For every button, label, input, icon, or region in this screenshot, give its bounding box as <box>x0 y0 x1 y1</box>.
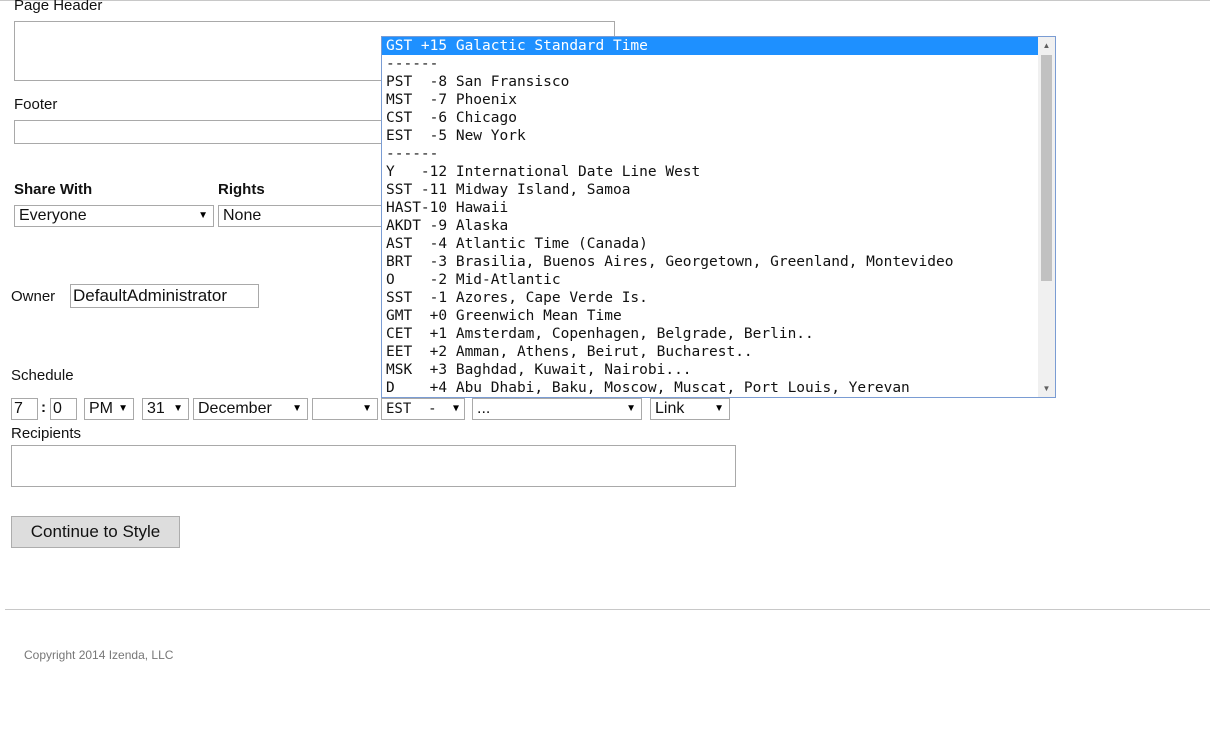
chevron-down-icon: ▼ <box>714 403 724 414</box>
timezone-option[interactable]: CET +1 Amsterdam, Copenhagen, Belgrade, … <box>382 325 1038 343</box>
timezone-option[interactable]: SST -11 Midway Island, Samoa <box>382 181 1038 199</box>
timezone-option[interactable]: AKDT -9 Alaska <box>382 217 1038 235</box>
timezone-option[interactable]: EET +2 Amman, Athens, Beirut, Bucharest.… <box>382 343 1038 361</box>
delivery-select[interactable]: Link ▼ <box>650 398 730 420</box>
footer-label: Footer <box>14 96 58 113</box>
timezone-option[interactable]: MST -7 Phoenix <box>382 91 1038 109</box>
recurrence-select[interactable]: ... ▼ <box>472 398 642 420</box>
timezone-option[interactable]: GST +15 Galactic Standard Time <box>382 37 1038 55</box>
page-header-label: Page Header <box>14 0 103 14</box>
chevron-down-icon: ▼ <box>626 403 636 414</box>
timezone-option[interactable]: ------ <box>382 55 1038 73</box>
copyright-text: Copyright 2014 Izenda, LLC <box>24 648 174 662</box>
timezone-option[interactable]: GMT +0 Greenwich Mean Time <box>382 307 1038 325</box>
timezone-option[interactable]: HAST-10 Hawaii <box>382 199 1038 217</box>
share-with-value: Everyone <box>19 207 87 224</box>
rights-select[interactable]: None <box>218 205 388 227</box>
ampm-value: PM <box>89 400 113 417</box>
month-select[interactable]: December ▼ <box>193 398 308 420</box>
chevron-down-icon: ▼ <box>198 210 208 221</box>
top-divider <box>0 0 1210 1</box>
timezone-option[interactable]: O -2 Mid-Atlantic <box>382 271 1038 289</box>
recipients-label: Recipients <box>11 425 82 442</box>
scroll-up-icon[interactable]: ▲ <box>1038 37 1055 54</box>
timezone-option[interactable]: SST -1 Azores, Cape Verde Is. <box>382 289 1038 307</box>
timezone-option[interactable]: D +4 Abu Dhabi, Baku, Moscow, Muscat, Po… <box>382 379 1038 397</box>
chevron-down-icon: ▼ <box>173 403 183 414</box>
chevron-down-icon: ▼ <box>362 403 372 414</box>
recurrence-value: ... <box>477 400 491 417</box>
timezone-option[interactable]: ------ <box>382 145 1038 163</box>
hour-input[interactable]: 7 <box>11 398 38 420</box>
chevron-down-icon: ▼ <box>452 403 459 414</box>
share-with-select[interactable]: Everyone ▼ <box>14 205 214 227</box>
year-select[interactable]: ▼ <box>312 398 378 420</box>
time-separator: : <box>41 399 46 416</box>
scroll-down-icon[interactable]: ▼ <box>1038 380 1055 397</box>
rights-label: Rights <box>218 181 265 198</box>
timezone-option[interactable]: AST -4 Atlantic Time (Canada) <box>382 235 1038 253</box>
ampm-select[interactable]: PM ▼ <box>84 398 134 420</box>
owner-label: Owner <box>11 288 56 305</box>
share-with-label: Share With <box>14 181 93 198</box>
timezone-select[interactable]: EST - ▼ <box>381 398 465 420</box>
minute-input[interactable]: 0 <box>50 398 77 420</box>
recipients-textarea[interactable] <box>11 445 736 487</box>
scrollbar-thumb[interactable] <box>1041 55 1052 281</box>
timezone-option[interactable]: BRT -3 Brasilia, Buenos Aires, Georgetow… <box>382 253 1038 271</box>
day-select[interactable]: 31 ▼ <box>142 398 189 420</box>
rights-value: None <box>223 207 262 224</box>
timezone-option[interactable]: EST -5 New York <box>382 127 1038 145</box>
timezone-option[interactable]: CST -6 Chicago <box>382 109 1038 127</box>
timezone-options: GST +15 Galactic Standard Time ------ PST … <box>382 37 1038 397</box>
chevron-down-icon: ▼ <box>292 403 302 414</box>
continue-to-style-button[interactable]: Continue to Style <box>11 516 180 548</box>
timezone-dropdown-list[interactable]: GST +15 Galactic Standard Time ------ PST … <box>381 36 1056 398</box>
month-value: December <box>198 400 272 417</box>
timezone-value: EST - <box>386 401 437 417</box>
schedule-label: Schedule <box>11 367 74 384</box>
chevron-down-icon: ▼ <box>118 403 128 414</box>
owner-input[interactable]: DefaultAdministrator <box>70 284 259 308</box>
dropdown-scrollbar[interactable]: ▲ ▼ <box>1038 37 1055 397</box>
footer-divider <box>5 609 1210 610</box>
timezone-option[interactable]: Y -12 International Date Line West <box>382 163 1038 181</box>
timezone-option[interactable]: PST -8 San Fransisco <box>382 73 1038 91</box>
timezone-option[interactable]: MSK +3 Baghdad, Kuwait, Nairobi... <box>382 361 1038 379</box>
day-value: 31 <box>147 400 165 417</box>
delivery-value: Link <box>655 400 685 417</box>
